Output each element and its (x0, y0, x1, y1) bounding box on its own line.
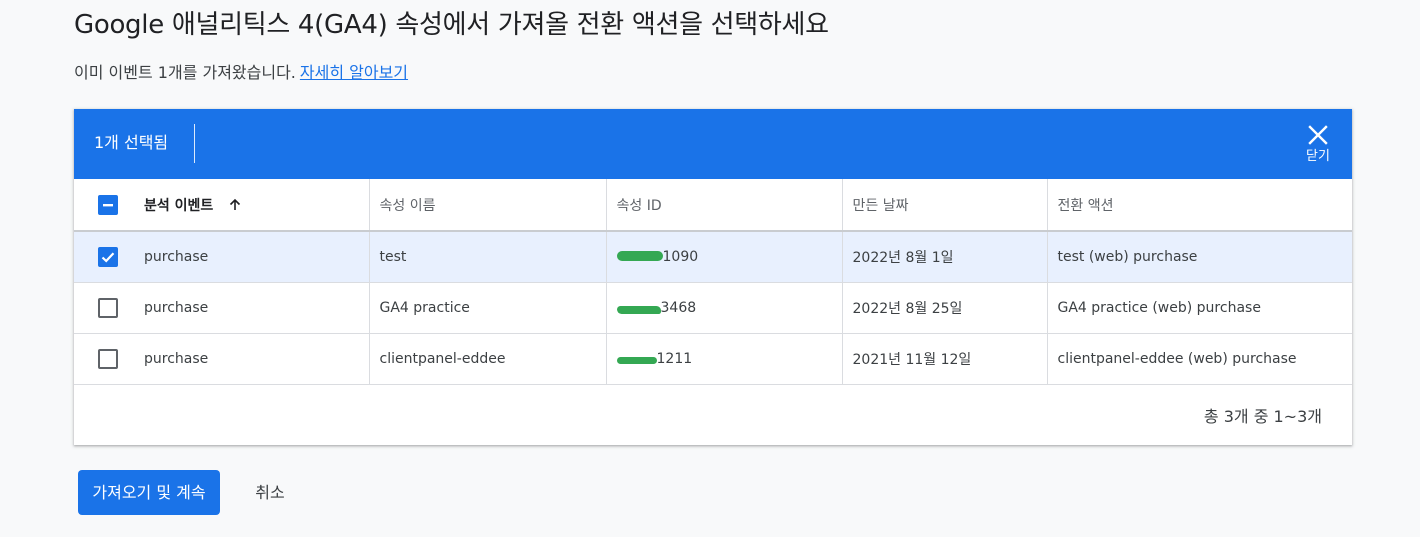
subtitle-text: 이미 이벤트 1개를 가져왔습니다. (74, 63, 296, 82)
page-title: Google 애널리틱스 4(GA4) 속성에서 가져올 전환 액션을 선택하세… (74, 10, 829, 40)
events-table-card: 1개 선택됨 닫기 분석 이벤트 속성 이름 속성 ID 만든 날짜 전환 액션… (74, 109, 1352, 445)
close-icon (1308, 125, 1328, 145)
selection-divider (194, 124, 195, 163)
row-checkbox[interactable] (98, 246, 118, 267)
redaction-mark (616, 250, 663, 261)
cell-created: 2022년 8월 25일 (842, 282, 1048, 333)
column-header-conversion-action[interactable]: 전환 액션 (1047, 179, 1352, 231)
table-footer: 총 3개 중 1~3개 (74, 385, 1352, 445)
selection-count: 1개 선택됨 (94, 133, 169, 152)
import-and-continue-button[interactable]: 가져오기 및 계속 (78, 470, 220, 515)
row-checkbox-cell (74, 282, 134, 333)
table-row[interactable]: purchase test 1090 2022년 8월 1일 test (web… (74, 231, 1352, 282)
cell-property-id: 1211 (606, 333, 843, 384)
table-row[interactable]: purchase clientpanel-eddee 1211 2021년 11… (74, 333, 1352, 384)
cell-conversion-action: clientpanel-eddee (web) purchase (1057, 350, 1297, 367)
cell-created: 2022년 8월 1일 (842, 231, 1048, 282)
cell-event: purchase (134, 282, 370, 333)
row-checkbox-cell (74, 231, 134, 282)
redaction-mark (616, 305, 661, 314)
header-checkbox-cell (74, 179, 134, 231)
close-selection-button[interactable]: 닫기 (1294, 119, 1342, 173)
checkmark-icon (101, 252, 115, 263)
cell-conversion-action: GA4 practice (web) purchase (1057, 299, 1261, 316)
cell-conversion-action: test (web) purchase (1057, 248, 1198, 265)
cell-property-name: clientpanel-eddee (369, 333, 607, 384)
column-header-property-name[interactable]: 속성 이름 (369, 179, 607, 231)
column-header-created[interactable]: 만든 날짜 (842, 179, 1048, 231)
row-checkbox[interactable] (98, 297, 118, 318)
table-header-row: 분석 이벤트 속성 이름 속성 ID 만든 날짜 전환 액션 (74, 179, 1352, 231)
cell-event: purchase (134, 231, 370, 282)
cell-property-id: 1090 (606, 231, 843, 282)
row-checkbox-cell (74, 333, 134, 384)
pagination-summary: 총 3개 중 1~3개 (1203, 407, 1322, 426)
property-id-text: 1090 (662, 248, 699, 265)
property-id-text: 3468 (660, 299, 697, 316)
column-header-property-id[interactable]: 속성 ID (606, 179, 843, 231)
learn-more-link[interactable]: 자세히 알아보기 (300, 63, 408, 82)
cell-property-id: 3468 (606, 282, 843, 333)
selection-bar: 1개 선택됨 닫기 (74, 109, 1352, 179)
redaction-mark (616, 357, 657, 364)
cell-property-name: test (369, 231, 607, 282)
cell-event: purchase (134, 333, 370, 384)
events-table: 분석 이벤트 속성 이름 속성 ID 만든 날짜 전환 액션 purchase … (74, 179, 1352, 385)
select-all-checkbox[interactable] (98, 194, 118, 215)
table-row[interactable]: purchase GA4 practice 3468 2022년 8월 25일 … (74, 282, 1352, 333)
cell-property-name: GA4 practice (369, 282, 607, 333)
row-checkbox[interactable] (98, 348, 118, 369)
close-label: 닫기 (1306, 149, 1330, 164)
property-id-text: 1211 (656, 350, 693, 367)
minus-icon (103, 203, 113, 206)
cancel-button[interactable]: 취소 (236, 470, 304, 515)
column-header-event[interactable]: 분석 이벤트 (134, 179, 370, 231)
arrow-up-icon (230, 198, 241, 210)
subtitle: 이미 이벤트 1개를 가져왔습니다. 자세히 알아보기 (74, 62, 408, 84)
cell-created: 2021년 11월 12일 (842, 333, 1048, 384)
column-header-event-label: 분석 이벤트 (144, 197, 214, 214)
